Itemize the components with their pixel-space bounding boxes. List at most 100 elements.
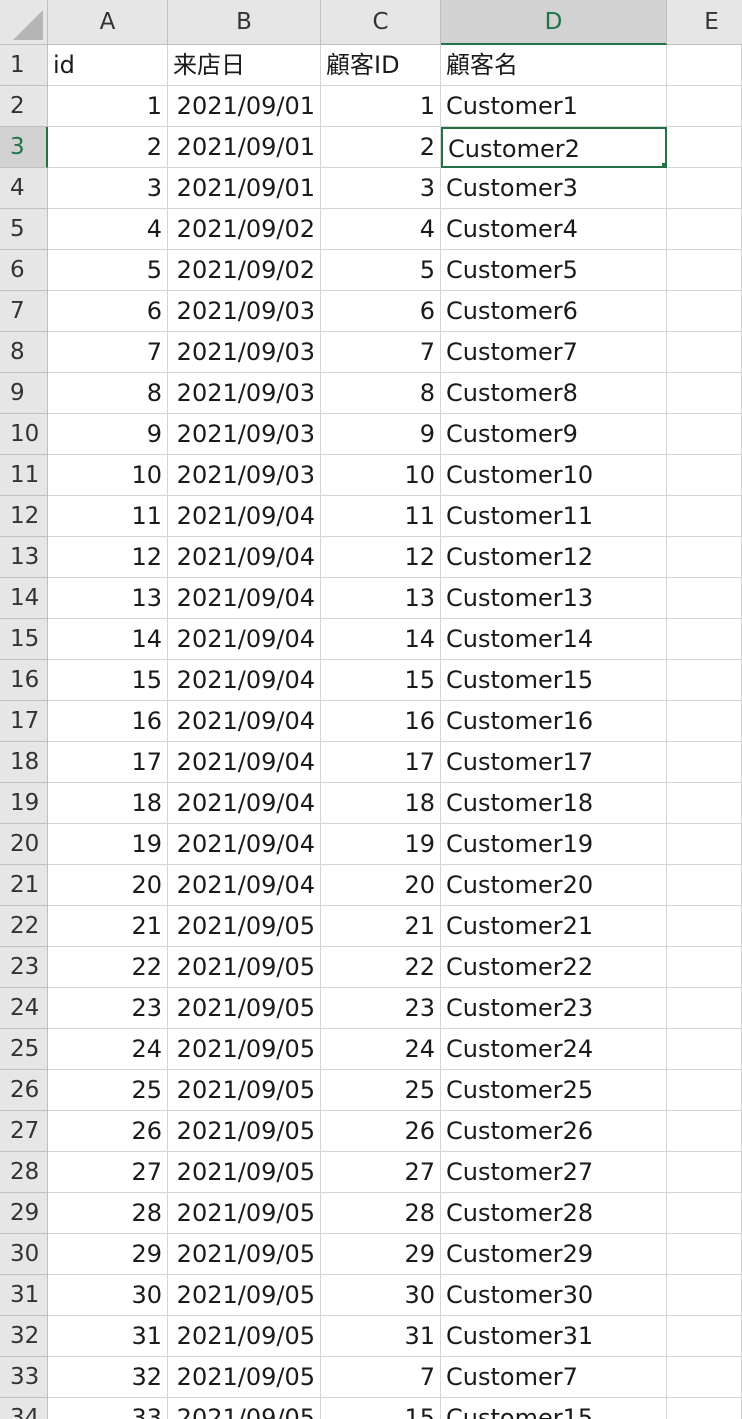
spreadsheet-grid[interactable]: A B C D E 1 2 3 4 5 6 7 8 9 10 11 12 13 14 15 16 17 18 19 2… [0, 0, 742, 1419]
cell-c21[interactable]: 20 [321, 865, 441, 906]
cell-b10[interactable]: 2021/09/03 [168, 414, 321, 455]
cell-e34[interactable] [667, 1398, 742, 1419]
cell-e9[interactable] [667, 373, 742, 414]
cell-d7[interactable]: Customer6 [441, 291, 667, 332]
cell-e14[interactable] [667, 578, 742, 619]
cell-e13[interactable] [667, 537, 742, 578]
cell-b23[interactable]: 2021/09/05 [168, 947, 321, 988]
cell-c15[interactable]: 14 [321, 619, 441, 660]
row-header-34[interactable]: 34 [0, 1398, 48, 1419]
row-header-26[interactable]: 26 [0, 1070, 48, 1111]
cell-e23[interactable] [667, 947, 742, 988]
select-all-corner[interactable] [0, 0, 48, 45]
row-header-28[interactable]: 28 [0, 1152, 48, 1193]
cell-d6[interactable]: Customer5 [441, 250, 667, 291]
cell-a17[interactable]: 16 [48, 701, 168, 742]
cell-e21[interactable] [667, 865, 742, 906]
cell-a29[interactable]: 28 [48, 1193, 168, 1234]
cell-b30[interactable]: 2021/09/05 [168, 1234, 321, 1275]
cell-b32[interactable]: 2021/09/05 [168, 1316, 321, 1357]
cell-b19[interactable]: 2021/09/04 [168, 783, 321, 824]
row-header-24[interactable]: 24 [0, 988, 48, 1029]
row-header-11[interactable]: 11 [0, 455, 48, 496]
row-header-1[interactable]: 1 [0, 45, 48, 86]
cell-c19[interactable]: 18 [321, 783, 441, 824]
cell-e26[interactable] [667, 1070, 742, 1111]
row-header-13[interactable]: 13 [0, 537, 48, 578]
row-header-17[interactable]: 17 [0, 701, 48, 742]
cell-c29[interactable]: 28 [321, 1193, 441, 1234]
cell-a1[interactable]: id [48, 45, 168, 86]
cell-a21[interactable]: 20 [48, 865, 168, 906]
cell-a11[interactable]: 10 [48, 455, 168, 496]
cell-a25[interactable]: 24 [48, 1029, 168, 1070]
cell-b8[interactable]: 2021/09/03 [168, 332, 321, 373]
cell-c8[interactable]: 7 [321, 332, 441, 373]
cell-b26[interactable]: 2021/09/05 [168, 1070, 321, 1111]
cell-e22[interactable] [667, 906, 742, 947]
column-header-b[interactable]: B [168, 0, 321, 45]
cell-d3[interactable]: Customer2 [441, 127, 667, 168]
cell-e8[interactable] [667, 332, 742, 373]
cell-d2[interactable]: Customer1 [441, 86, 667, 127]
cell-b9[interactable]: 2021/09/03 [168, 373, 321, 414]
cell-c27[interactable]: 26 [321, 1111, 441, 1152]
cell-e32[interactable] [667, 1316, 742, 1357]
cell-a32[interactable]: 31 [48, 1316, 168, 1357]
cell-a26[interactable]: 25 [48, 1070, 168, 1111]
cell-d16[interactable]: Customer15 [441, 660, 667, 701]
cell-b5[interactable]: 2021/09/02 [168, 209, 321, 250]
cell-a10[interactable]: 9 [48, 414, 168, 455]
cell-a12[interactable]: 11 [48, 496, 168, 537]
cell-b34[interactable]: 2021/09/05 [168, 1398, 321, 1419]
cell-b2[interactable]: 2021/09/01 [168, 86, 321, 127]
cell-b6[interactable]: 2021/09/02 [168, 250, 321, 291]
cell-a31[interactable]: 30 [48, 1275, 168, 1316]
cell-b29[interactable]: 2021/09/05 [168, 1193, 321, 1234]
row-header-19[interactable]: 19 [0, 783, 48, 824]
cell-a30[interactable]: 29 [48, 1234, 168, 1275]
cell-d30[interactable]: Customer29 [441, 1234, 667, 1275]
row-header-15[interactable]: 15 [0, 619, 48, 660]
cell-c13[interactable]: 12 [321, 537, 441, 578]
cell-b15[interactable]: 2021/09/04 [168, 619, 321, 660]
cell-d18[interactable]: Customer17 [441, 742, 667, 783]
row-header-21[interactable]: 21 [0, 865, 48, 906]
cell-e29[interactable] [667, 1193, 742, 1234]
cell-d8[interactable]: Customer7 [441, 332, 667, 373]
cell-e6[interactable] [667, 250, 742, 291]
row-header-2[interactable]: 2 [0, 86, 48, 127]
cell-b21[interactable]: 2021/09/04 [168, 865, 321, 906]
row-header-8[interactable]: 8 [0, 332, 48, 373]
row-header-29[interactable]: 29 [0, 1193, 48, 1234]
cell-d26[interactable]: Customer25 [441, 1070, 667, 1111]
cell-a13[interactable]: 12 [48, 537, 168, 578]
cell-d22[interactable]: Customer21 [441, 906, 667, 947]
cell-a5[interactable]: 4 [48, 209, 168, 250]
cell-e15[interactable] [667, 619, 742, 660]
cell-b31[interactable]: 2021/09/05 [168, 1275, 321, 1316]
cell-e5[interactable] [667, 209, 742, 250]
cell-c28[interactable]: 27 [321, 1152, 441, 1193]
cell-b13[interactable]: 2021/09/04 [168, 537, 321, 578]
cell-c17[interactable]: 16 [321, 701, 441, 742]
row-header-12[interactable]: 12 [0, 496, 48, 537]
cell-d24[interactable]: Customer23 [441, 988, 667, 1029]
row-header-14[interactable]: 14 [0, 578, 48, 619]
cell-b17[interactable]: 2021/09/04 [168, 701, 321, 742]
cell-c20[interactable]: 19 [321, 824, 441, 865]
cell-c4[interactable]: 3 [321, 168, 441, 209]
cell-b24[interactable]: 2021/09/05 [168, 988, 321, 1029]
cell-d32[interactable]: Customer31 [441, 1316, 667, 1357]
cell-e3[interactable] [667, 127, 742, 168]
cell-e12[interactable] [667, 496, 742, 537]
cell-d33[interactable]: Customer7 [441, 1357, 667, 1398]
cell-c7[interactable]: 6 [321, 291, 441, 332]
cell-d11[interactable]: Customer10 [441, 455, 667, 496]
cell-a20[interactable]: 19 [48, 824, 168, 865]
column-header-a[interactable]: A [48, 0, 168, 45]
row-header-3[interactable]: 3 [0, 127, 48, 168]
cell-d23[interactable]: Customer22 [441, 947, 667, 988]
cell-c5[interactable]: 4 [321, 209, 441, 250]
cell-d10[interactable]: Customer9 [441, 414, 667, 455]
